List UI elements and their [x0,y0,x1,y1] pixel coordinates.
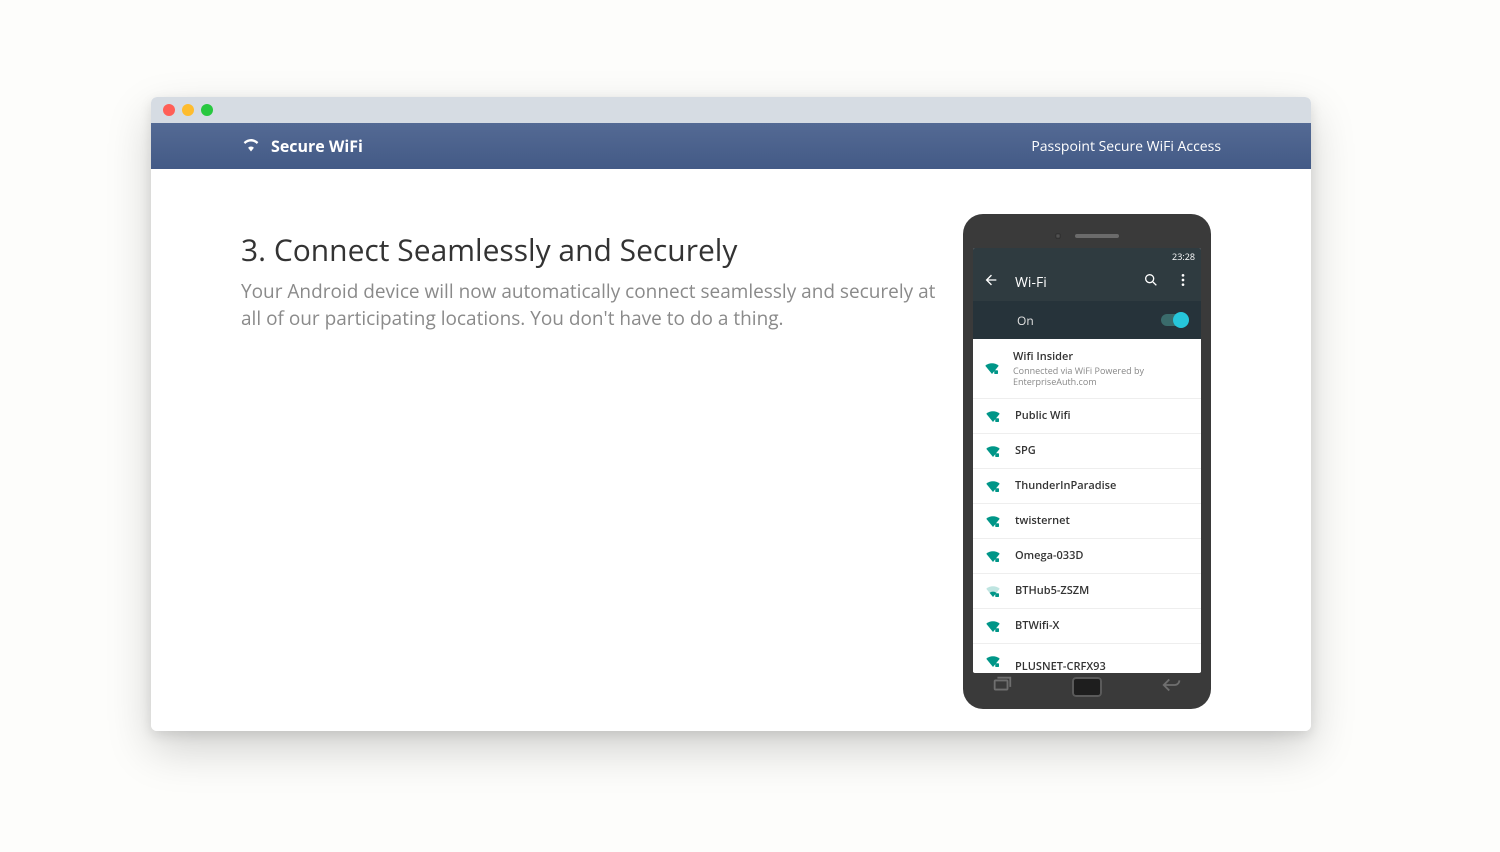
phone-speaker-icon [1075,234,1119,238]
wifi-signal-icon [983,407,1003,425]
wifi-toggle-switch[interactable] [1161,314,1187,326]
phone-nav-bar [973,672,1201,702]
site-topbar: Secure WiFi Passpoint Secure WiFi Access [151,123,1311,169]
wifi-signal-icon [983,359,1001,377]
wifi-signal-icon [983,582,1003,600]
wifi-network-item[interactable]: BTWifi-X [973,609,1201,644]
wifi-network-item[interactable]: ThunderInParadise [973,469,1201,504]
wifi-network-item[interactable]: Omega-033D [973,539,1201,574]
back-icon[interactable] [983,272,999,293]
menu-more-icon[interactable] [1175,272,1191,293]
wifi-settings-header: Wi-Fi [973,264,1201,301]
wifi-signal-icon [983,512,1003,530]
wifi-network-name: twisternet [1015,513,1070,528]
phone-mockup: 23:28 Wi-Fi On Wifi Inside [963,214,1211,709]
wifi-signal-icon [983,477,1003,495]
site-tagline: Passpoint Secure WiFi Access [1031,137,1221,156]
site-brand: Secure WiFi [241,134,363,159]
wifi-network-list: Wifi Insider Connected via WiFi Powered b… [973,339,1201,672]
wifi-network-name: SPG [1015,443,1036,458]
wifi-signal-icon [983,442,1003,460]
window-titlebar [151,97,1311,123]
phone-camera-icon [1055,233,1061,239]
home-button[interactable] [1072,677,1102,697]
wifi-signal-icon [983,617,1003,635]
search-icon[interactable] [1143,272,1159,293]
clock-label: 23:28 [1172,250,1195,263]
wifi-network-item[interactable]: BTHub5-ZSZM [973,574,1201,609]
wifi-signal-icon [983,652,1003,670]
browser-window: Secure WiFi Passpoint Secure WiFi Access… [151,97,1311,731]
wifi-network-item[interactable]: twisternet [973,504,1201,539]
wifi-network-name: Wifi Insider [1013,349,1191,364]
maximize-window-button[interactable] [201,104,213,116]
step-description: Your Android device will now automatical… [241,278,951,331]
wifi-network-item[interactable]: PLUSNET-CRFX93 [973,644,1201,672]
wifi-toggle-label: On [1017,312,1034,329]
wifi-network-name: ThunderInParadise [1015,478,1116,493]
minimize-window-button[interactable] [182,104,194,116]
wifi-signal-icon [983,547,1003,565]
site-brand-label: Secure WiFi [271,135,363,157]
wifi-network-name: BTHub5-ZSZM [1015,583,1089,598]
wifi-settings-title: Wi-Fi [1015,273,1047,292]
recent-apps-icon[interactable] [991,674,1013,701]
wifi-network-subtitle: Connected via WiFi Powered by Enterprise… [1013,366,1191,388]
close-window-button[interactable] [163,104,175,116]
wifi-network-name: PLUSNET-CRFX93 [1015,659,1106,673]
step-heading: 3. Connect Seamlessly and Securely [241,229,951,270]
phone-screen: 23:28 Wi-Fi On Wifi Inside [973,248,1201,673]
wifi-network-item[interactable]: Wifi Insider Connected via WiFi Powered b… [973,339,1201,399]
wifi-network-name: Omega-033D [1015,548,1083,563]
back-hw-icon[interactable] [1161,674,1183,701]
wifi-network-name: BTWifi-X [1015,618,1059,633]
wifi-network-name: Public Wifi [1015,408,1071,423]
wifi-icon [241,134,261,159]
wifi-network-item[interactable]: Public Wifi [973,399,1201,434]
android-status-bar: 23:28 [973,248,1201,264]
wifi-network-item[interactable]: SPG [973,434,1201,469]
wifi-toggle-row[interactable]: On [973,301,1201,339]
